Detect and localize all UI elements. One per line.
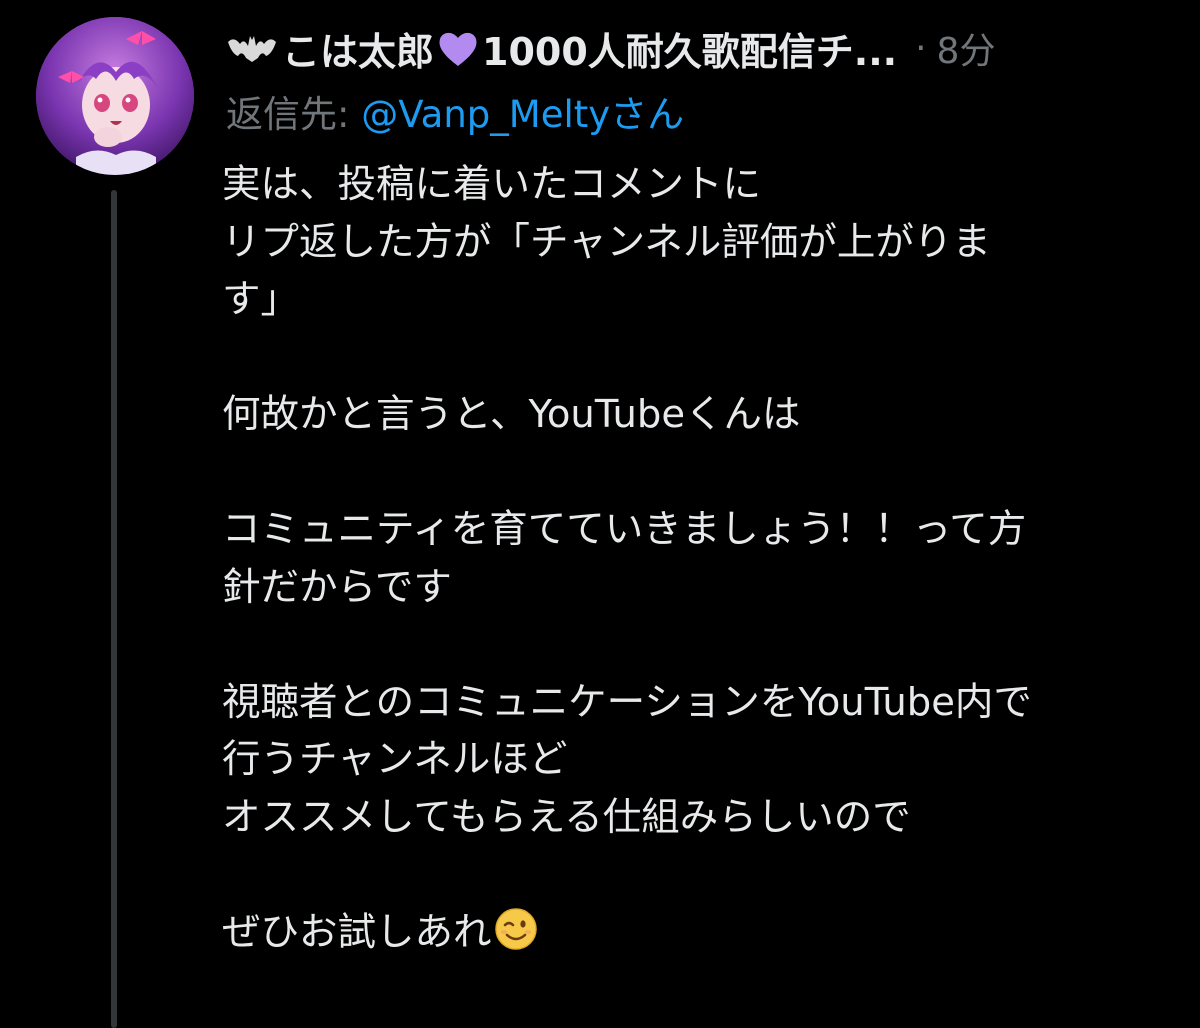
tweet-text-line xyxy=(222,444,1182,502)
tweet-text-line: リプ返した方が「チャンネル評価が上がりま xyxy=(222,219,991,265)
author-name[interactable]: こは太郎 1000人耐久歌配信チ... xyxy=(226,21,897,76)
tweet-text-line-content: ぜひお試しあれ xyxy=(222,909,492,955)
tweet-header: こは太郎 1000人耐久歌配信チ... · 8分 xyxy=(226,20,995,76)
tweet-text-line: 実は、投稿に着いたコメントに xyxy=(222,162,762,207)
tweet-text-line: オススメしてもらえる仕組みらしいので xyxy=(222,794,911,840)
timestamp[interactable]: 8分 xyxy=(937,22,996,74)
tweet-text: 実は、投稿に着いたコメントに リプ返した方が「チャンネル評価が上がりま す」 何… xyxy=(222,156,1182,961)
purple-heart-icon xyxy=(439,32,477,66)
reply-to-handle[interactable]: @Vanp_Meltyさん xyxy=(361,93,684,136)
avatar[interactable] xyxy=(36,17,194,175)
tweet-text-line: 行うチャンネルほど xyxy=(222,737,568,782)
tweet-text-line: 針だからです xyxy=(222,564,452,610)
tweet-text-line: す」 xyxy=(222,277,300,322)
tweet-text-line xyxy=(222,616,1182,674)
reply-to: 返信先: @Vanp_Meltyさん xyxy=(226,84,684,138)
avatar-image xyxy=(36,17,194,175)
bat-icon xyxy=(228,36,276,62)
thread-line xyxy=(111,190,117,1028)
tweet-text-line xyxy=(222,846,1182,904)
tweet-text-line xyxy=(222,329,1182,387)
tweet-text-line: 何故かと言うと、YouTubeくんは xyxy=(222,392,801,437)
tweet-text-last-line: ぜひお試しあれ xyxy=(222,904,1182,962)
tweet-text-line: 視聴者とのコミュニケーションをYouTube内で xyxy=(222,679,1032,725)
winking-face-icon xyxy=(494,907,537,950)
tweet-text-line: コミュニティを育てていきましょう！！って方 xyxy=(222,507,1027,552)
author-name-part1: こは太郎 xyxy=(282,29,435,74)
reply-to-prefix: 返信先: xyxy=(226,93,362,136)
author-name-part2: 1000人耐久歌配信チ... xyxy=(482,29,898,74)
separator-dot: · xyxy=(915,27,927,69)
